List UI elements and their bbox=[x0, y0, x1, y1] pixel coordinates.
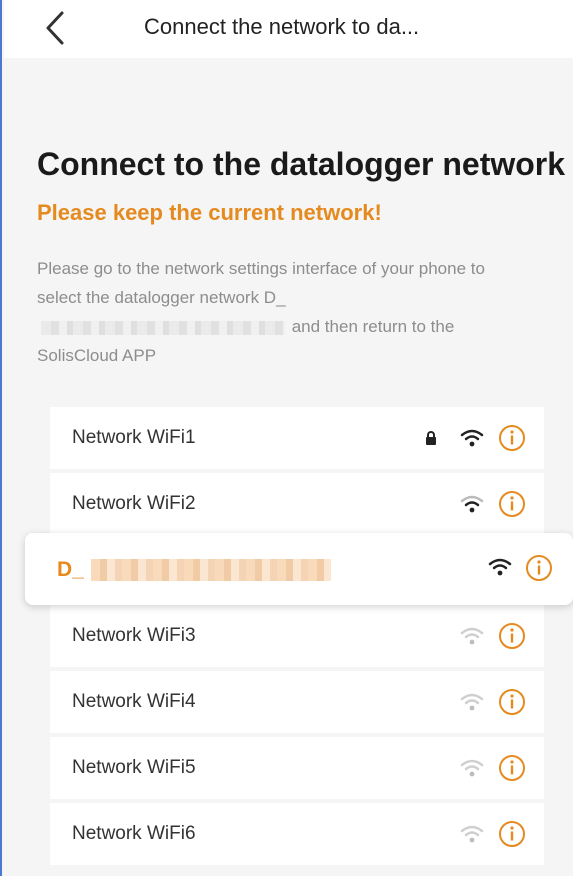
network-warning: Please keep the current network! bbox=[37, 200, 382, 225]
screen-heading: Connect to the datalogger network bbox=[37, 146, 566, 182]
network-item-wifi6[interactable]: Network WiFi6 bbox=[50, 803, 544, 865]
info-icon[interactable] bbox=[498, 490, 526, 518]
network-item-wifi2[interactable]: Network WiFi2 bbox=[50, 473, 544, 535]
network-name: Network WiFi5 bbox=[72, 757, 196, 778]
instructions-part-one: Please go to the network settings interf… bbox=[37, 259, 485, 307]
network-name: Network WiFi6 bbox=[72, 823, 196, 844]
instructions-text: Please go to the network settings interf… bbox=[37, 254, 517, 370]
network-name: Network WiFi4 bbox=[72, 691, 196, 712]
masked-network-name bbox=[91, 559, 331, 581]
network-item-wifi4[interactable]: Network WiFi4 bbox=[50, 671, 544, 733]
top-nav-bar: Connect the network to da... bbox=[4, 0, 573, 58]
phone-screen: Connect the network to da... Connect to … bbox=[0, 0, 573, 876]
masked-serial-number bbox=[41, 320, 285, 335]
info-icon[interactable] bbox=[498, 622, 526, 650]
network-item-datalogger[interactable]: D_ bbox=[25, 533, 573, 605]
chevron-left-icon[interactable] bbox=[38, 8, 74, 48]
info-icon[interactable] bbox=[498, 424, 526, 452]
info-icon[interactable] bbox=[498, 820, 526, 848]
wifi-icon bbox=[460, 825, 484, 843]
network-name: D_ bbox=[57, 558, 84, 581]
wifi-icon bbox=[460, 429, 484, 447]
network-name: Network WiFi2 bbox=[72, 493, 196, 514]
page-title: Connect the network to da... bbox=[144, 14, 420, 39]
wifi-icon bbox=[488, 558, 512, 576]
network-name: Network WiFi3 bbox=[72, 625, 196, 646]
wifi-icon bbox=[460, 495, 484, 513]
wifi-icon bbox=[460, 693, 484, 711]
info-icon[interactable] bbox=[498, 754, 526, 782]
wifi-icon bbox=[460, 627, 484, 645]
network-name: Network WiFi1 bbox=[72, 427, 196, 448]
lock-icon bbox=[426, 431, 436, 445]
network-item-wifi1[interactable]: Network WiFi1 bbox=[50, 407, 544, 469]
network-item-wifi5[interactable]: Network WiFi5 bbox=[50, 737, 544, 799]
info-icon[interactable] bbox=[498, 688, 526, 716]
wifi-icon bbox=[460, 759, 484, 777]
network-item-wifi3[interactable]: Network WiFi3 bbox=[50, 605, 544, 667]
info-icon[interactable] bbox=[525, 554, 553, 582]
